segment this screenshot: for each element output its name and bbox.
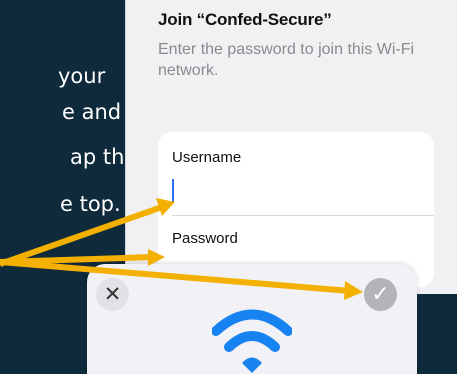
instruction-line-1: your (58, 64, 106, 88)
password-label: Password (172, 230, 238, 247)
close-icon: ✕ (103, 282, 122, 306)
username-input[interactable] (172, 177, 422, 205)
text-cursor (172, 179, 174, 203)
close-button[interactable]: ✕ (96, 278, 129, 311)
wifi-icon (212, 309, 292, 373)
wifi-popup: ✕ ✓ (87, 264, 417, 374)
field-divider (172, 215, 434, 216)
sheet-title: Join “Confed-Secure” (158, 10, 332, 29)
instruction-line-2: e and (62, 100, 122, 124)
wifi-join-sheet: Join “Confed-Secure” Enter the password … (125, 0, 457, 294)
checkmark-icon: ✓ (371, 282, 390, 307)
username-label: Username (172, 149, 242, 166)
instruction-line-4: e top. (60, 192, 121, 216)
confirm-button[interactable]: ✓ (364, 278, 397, 311)
sheet-subtitle: Enter the password to join this Wi-Fi ne… (158, 41, 415, 79)
